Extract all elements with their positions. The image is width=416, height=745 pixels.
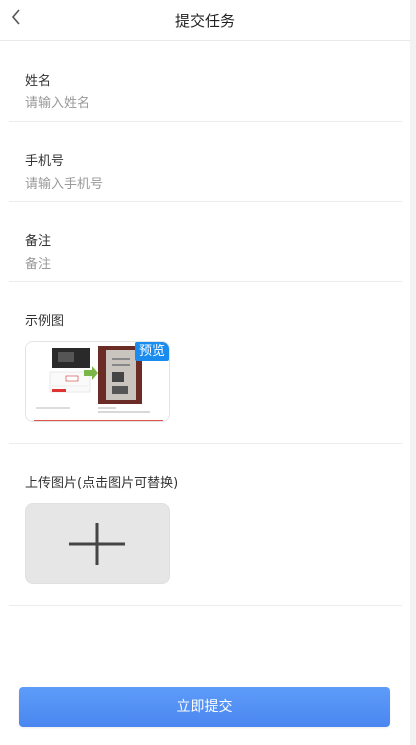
name-input[interactable] xyxy=(25,92,385,114)
remark-input[interactable] xyxy=(25,253,385,275)
name-label: 姓名 xyxy=(25,74,52,89)
upload-image-button[interactable] xyxy=(25,503,170,584)
phone-input[interactable] xyxy=(25,173,385,195)
page: 提交任务 姓名 手机号 备注 示例图 xyxy=(0,0,410,745)
phone-label: 手机号 xyxy=(25,154,65,169)
phone-field-group: 手机号 xyxy=(9,122,402,202)
page-title: 提交任务 xyxy=(174,12,235,30)
example-image[interactable]: 预览 xyxy=(25,341,170,422)
name-field-group: 姓名 xyxy=(9,41,402,122)
preview-badge[interactable]: 预览 xyxy=(135,342,169,361)
plus-icon xyxy=(67,523,127,569)
upload-label: 上传图片(点击图片可替换) xyxy=(25,476,179,491)
navbar: 提交任务 xyxy=(0,0,410,41)
submit-button[interactable]: 立即提交 xyxy=(19,687,390,727)
example-label: 示例图 xyxy=(25,314,65,329)
remark-field-group: 备注 xyxy=(9,202,402,282)
remark-label: 备注 xyxy=(25,234,52,249)
